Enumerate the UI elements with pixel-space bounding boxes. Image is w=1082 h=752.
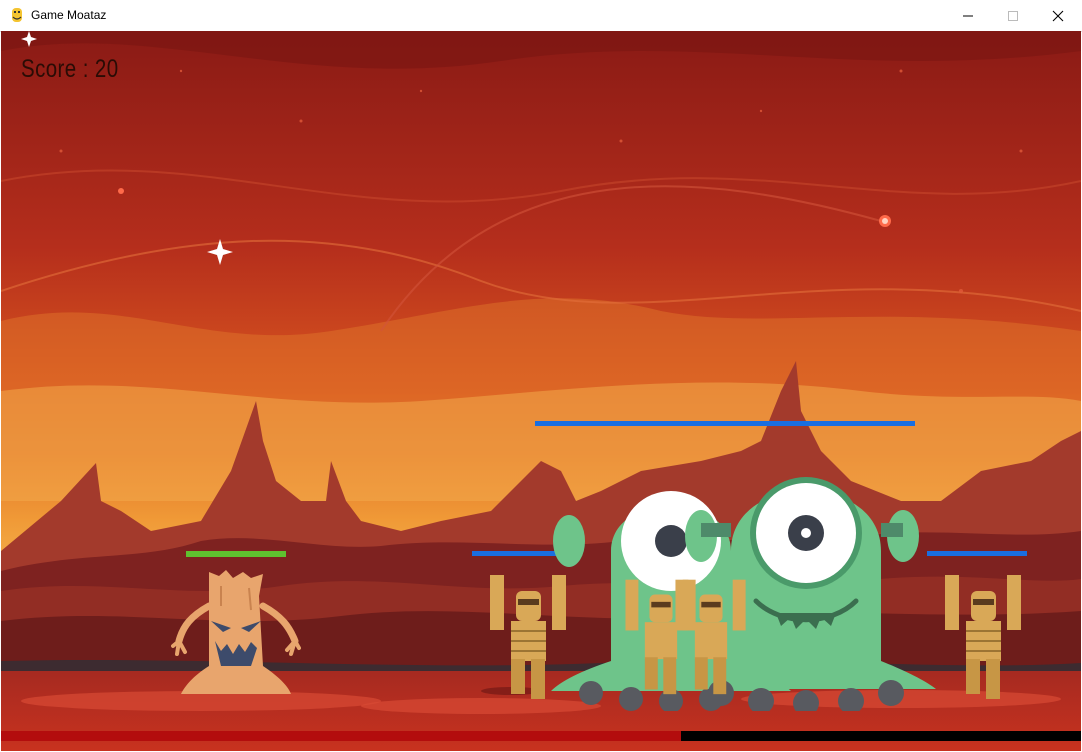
minimize-icon	[963, 15, 973, 16]
mummy-health-fill	[927, 551, 1027, 556]
maximize-icon	[1008, 10, 1018, 21]
score-label: Score : 20	[21, 55, 119, 83]
player-health-bar	[186, 551, 286, 557]
close-icon	[1052, 10, 1064, 21]
tree-monster-player	[171, 570, 301, 694]
player-health-fill	[186, 551, 286, 557]
maximize-button[interactable]	[990, 0, 1036, 31]
mummy-enemy	[675, 579, 746, 695]
event-progress-bar	[1, 731, 1081, 741]
minimize-button[interactable]	[945, 0, 991, 31]
game-canvas[interactable]: Score : 20	[1, 31, 1081, 751]
alien-health-bar	[535, 421, 915, 426]
close-button[interactable]	[1035, 0, 1081, 31]
alien-health-fill	[535, 421, 915, 426]
mummy-health-bar	[927, 551, 1027, 556]
window-titlebar[interactable]: Game Moataz	[0, 0, 1082, 32]
window-title: Game Moataz	[31, 8, 107, 22]
python-snake-icon	[12, 8, 22, 22]
mummy-enemy	[490, 575, 566, 699]
event-progress-fill	[1, 731, 682, 741]
mummy-enemy	[945, 575, 1021, 699]
